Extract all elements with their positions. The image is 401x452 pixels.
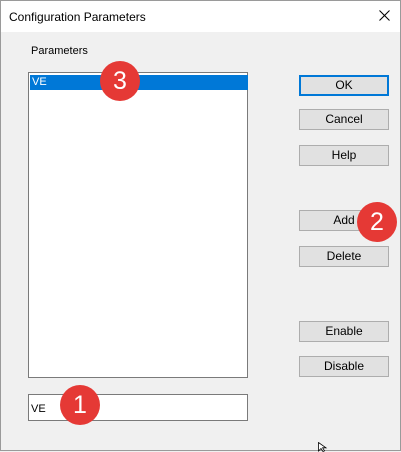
close-button[interactable]	[368, 1, 400, 32]
close-icon	[379, 10, 390, 21]
ok-button[interactable]: OK	[299, 75, 389, 96]
cancel-button[interactable]: Cancel	[299, 109, 389, 130]
disable-button[interactable]: Disable	[299, 356, 389, 377]
parameters-label: Parameters	[31, 45, 88, 57]
enable-button[interactable]: Enable	[299, 321, 389, 342]
title-bar: Configuration Parameters	[1, 1, 400, 32]
annotation-badge-3: 3	[100, 61, 140, 101]
delete-button[interactable]: Delete	[299, 246, 389, 267]
annotation-badge-2: 2	[357, 202, 397, 242]
window-title: Configuration Parameters	[9, 10, 146, 24]
configuration-parameters-dialog: Configuration Parameters Parameters VE O…	[0, 0, 401, 452]
annotation-badge-1: 1	[60, 385, 100, 425]
parameters-listbox[interactable]: VE	[28, 72, 248, 378]
help-button[interactable]: Help	[299, 145, 389, 166]
